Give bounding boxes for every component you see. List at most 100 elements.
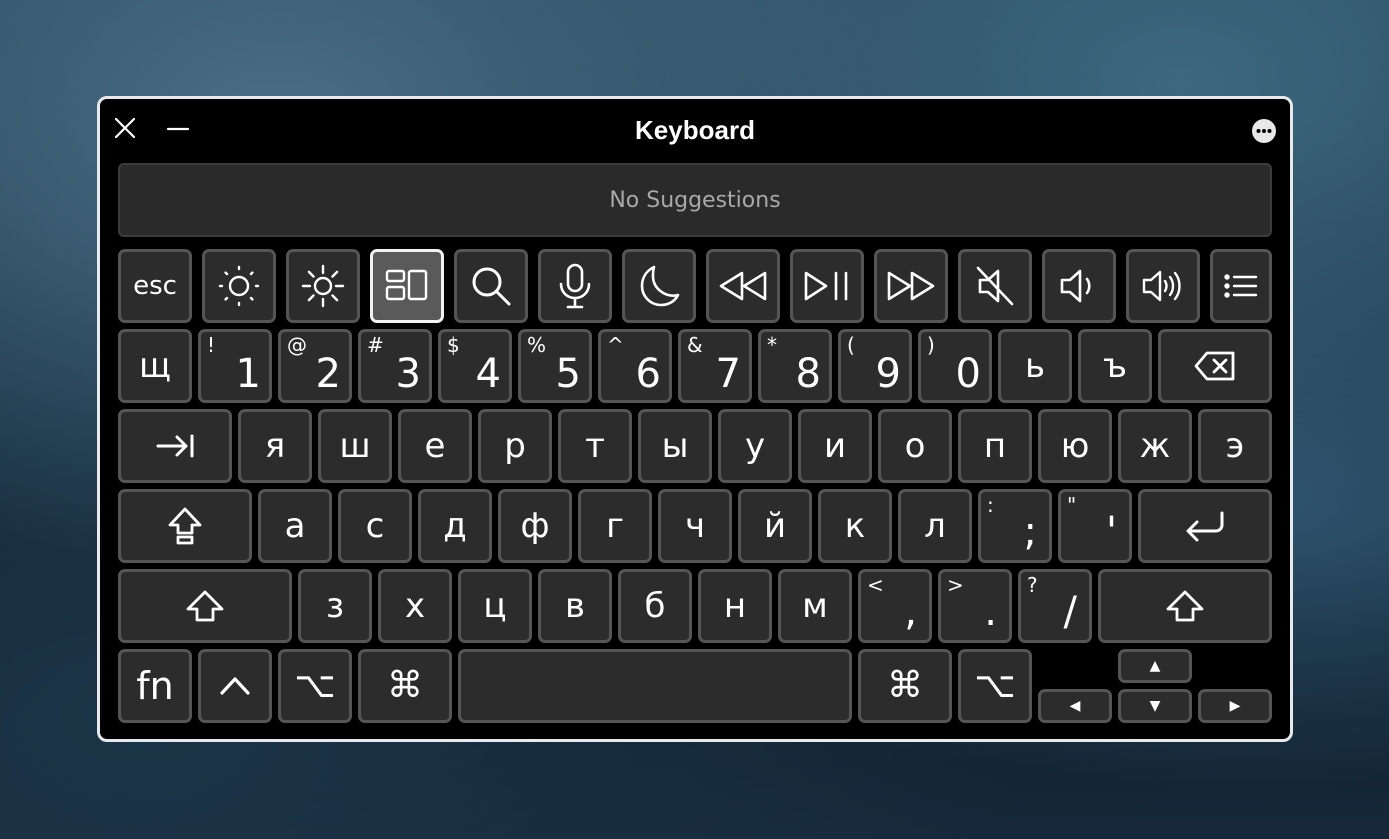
key-label: п [983, 426, 1007, 466]
key-ve[interactable]: в [538, 569, 612, 643]
key-ka[interactable]: к [818, 489, 892, 563]
key-hard-sign[interactable]: ъ [1078, 329, 1152, 403]
fn-key[interactable]: fn [118, 649, 192, 723]
brightness-down-key[interactable] [202, 249, 276, 323]
left-option-key[interactable]: ⌥ [278, 649, 352, 723]
key-label: 4 [475, 351, 501, 397]
space-bar[interactable] [458, 649, 852, 723]
arrow-down-key[interactable]: ▼ [1118, 689, 1192, 723]
key-be[interactable]: б [618, 569, 692, 643]
key-label: 7 [715, 351, 741, 397]
fast-forward-key[interactable] [874, 249, 948, 323]
key-label: щ [138, 346, 172, 386]
key-shift-label: < [867, 573, 884, 597]
key-a[interactable]: а [258, 489, 332, 563]
right-option-key[interactable]: ⌥ [958, 649, 1032, 723]
option-icon: ⌥ [294, 665, 336, 706]
esc-key[interactable]: esc [118, 249, 192, 323]
dictation-key[interactable] [538, 249, 612, 323]
arrow-right-key[interactable]: ▶ [1198, 689, 1272, 723]
right-command-key[interactable]: ⌘ [858, 649, 952, 723]
key-label: л [924, 506, 946, 546]
key-short-i[interactable]: й [738, 489, 812, 563]
key-en[interactable]: н [698, 569, 772, 643]
key-9[interactable]: ( 9 [838, 329, 912, 403]
left-command-key[interactable]: ⌘ [358, 649, 452, 723]
key-tse[interactable]: ц [458, 569, 532, 643]
more-button[interactable] [1252, 119, 1276, 143]
key-er[interactable]: р [478, 409, 552, 483]
key-2[interactable]: @ 2 [278, 329, 352, 403]
left-shift-key[interactable] [118, 569, 292, 643]
key-ye[interactable]: е [398, 409, 472, 483]
play-pause-key[interactable] [790, 249, 864, 323]
key-ha[interactable]: х [378, 569, 452, 643]
caps-lock-key[interactable] [118, 489, 252, 563]
key-0[interactable]: ) 0 [918, 329, 992, 403]
key-5[interactable]: % 5 [518, 329, 592, 403]
key-7[interactable]: & 7 [678, 329, 752, 403]
key-label: з [325, 586, 345, 626]
key-i[interactable]: и [798, 409, 872, 483]
right-shift-key[interactable] [1098, 569, 1272, 643]
do-not-disturb-key[interactable] [622, 249, 696, 323]
mute-key[interactable] [958, 249, 1032, 323]
control-key[interactable] [198, 649, 272, 723]
caps-lock-icon [168, 507, 202, 545]
key-ge[interactable]: г [578, 489, 652, 563]
key-es[interactable]: с [338, 489, 412, 563]
key-shift-label: ! [207, 333, 216, 357]
rewind-key[interactable] [706, 249, 780, 323]
title-bar[interactable]: Keyboard [100, 99, 1290, 161]
key-6[interactable]: ^ 6 [598, 329, 672, 403]
key-de[interactable]: д [418, 489, 492, 563]
key-label: ; [1023, 509, 1037, 555]
key-pe[interactable]: п [958, 409, 1032, 483]
key-label: в [564, 586, 586, 626]
key-zhe[interactable]: ж [1118, 409, 1192, 483]
rewind-icon [719, 271, 767, 301]
more-icon [1252, 119, 1276, 143]
volume-up-key[interactable] [1126, 249, 1200, 323]
tab-key[interactable] [118, 409, 232, 483]
key-semicolon[interactable]: : ; [978, 489, 1052, 563]
key-ya[interactable]: я [238, 409, 312, 483]
arrow-left-icon: ◀ [1069, 698, 1081, 714]
key-label: ь [1024, 346, 1046, 386]
key-label: , [904, 589, 917, 635]
return-key[interactable] [1138, 489, 1272, 563]
mute-icon [976, 266, 1014, 306]
key-comma[interactable]: < , [858, 569, 932, 643]
key-slash[interactable]: ? / [1018, 569, 1092, 643]
key-3[interactable]: # 3 [358, 329, 432, 403]
key-1[interactable]: ! 1 [198, 329, 272, 403]
key-te[interactable]: т [558, 409, 632, 483]
key-em[interactable]: м [778, 569, 852, 643]
key-sha[interactable]: ш [318, 409, 392, 483]
key-ef[interactable]: ф [498, 489, 572, 563]
key-label: у [744, 426, 766, 466]
key-o[interactable]: о [878, 409, 952, 483]
volume-down-key[interactable] [1042, 249, 1116, 323]
key-yu[interactable]: ю [1038, 409, 1112, 483]
arrow-up-key[interactable]: ▲ [1118, 649, 1192, 683]
key-e[interactable]: э [1198, 409, 1272, 483]
key-che[interactable]: ч [658, 489, 732, 563]
key-quote[interactable]: " ' [1058, 489, 1132, 563]
key-4[interactable]: $ 4 [438, 329, 512, 403]
key-soft-sign[interactable]: ь [998, 329, 1072, 403]
brightness-up-key[interactable] [286, 249, 360, 323]
list-key[interactable] [1210, 249, 1272, 323]
key-period[interactable]: > . [938, 569, 1012, 643]
search-key[interactable] [454, 249, 528, 323]
key-shcha[interactable]: щ [118, 329, 192, 403]
delete-key[interactable] [1158, 329, 1272, 403]
key-ze[interactable]: з [298, 569, 372, 643]
key-el[interactable]: л [898, 489, 972, 563]
key-8[interactable]: * 8 [758, 329, 832, 403]
key-shift-label: > [947, 573, 964, 597]
key-yery[interactable]: ы [638, 409, 712, 483]
mission-control-key[interactable] [370, 249, 444, 323]
arrow-left-key[interactable]: ◀ [1038, 689, 1112, 723]
key-u[interactable]: у [718, 409, 792, 483]
